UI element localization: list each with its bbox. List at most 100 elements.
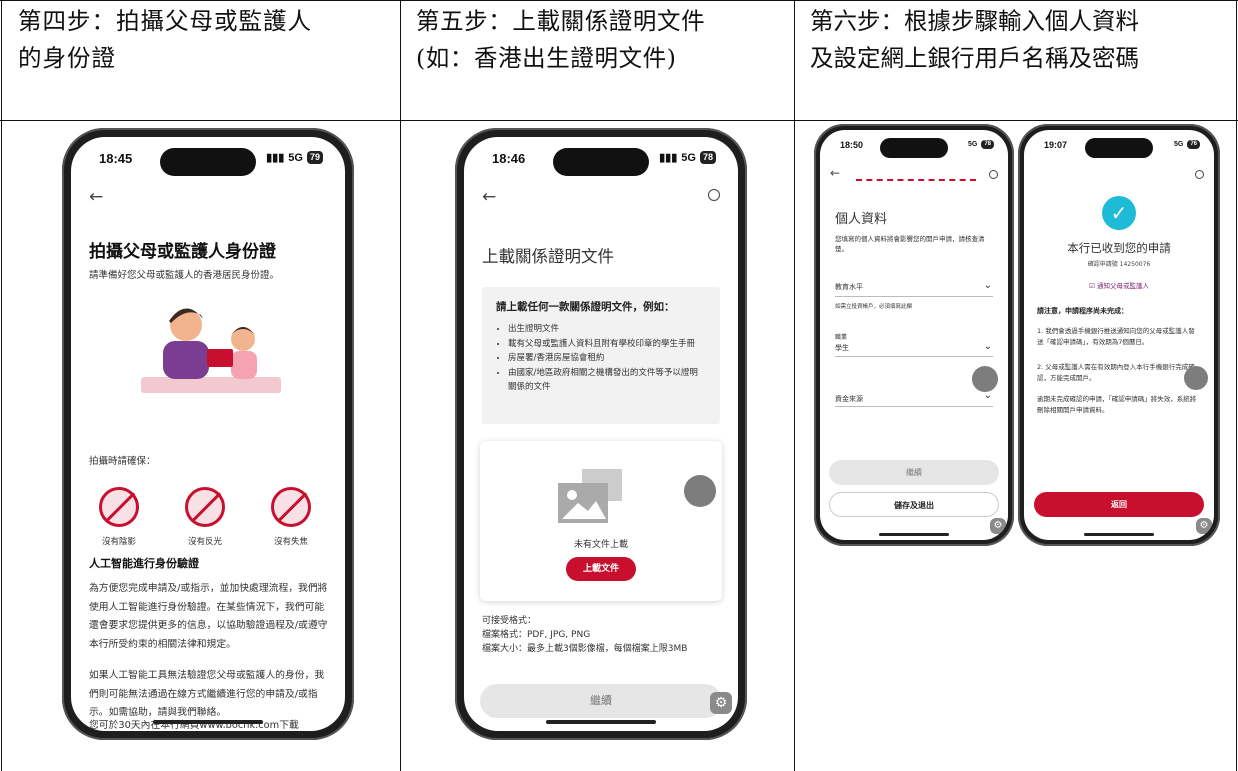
phone-screen: 18:45 ▮▮▮ 5G 79 ← 拍攝父母或監護人身份證 請準備好您父母或監護人的… [71, 137, 345, 731]
field-underline [835, 406, 993, 407]
ai-paragraph-2: 如果人工智能工具無法驗證您父母或監護人的身份，我們則可能無法通過在線方式繼續進行… [89, 670, 325, 718]
file-formats: 檔案格式：PDF, JPG, PNG [482, 630, 591, 640]
step5-header: 第五步：上載關係證明文件 (如：香港出生證明文件) [416, 7, 706, 72]
network-label: 5G [967, 141, 978, 148]
battery-icon: 79 [306, 151, 323, 164]
condition-label: 沒有失焦 [273, 537, 308, 547]
status-icons: ▮▮▮ 5G 78 [659, 151, 716, 164]
dynamic-island [553, 148, 649, 176]
notice-point-2: 2. 父母或監護人需在有效期內登入本行手機銀行完成確認，方能完成開戶。 [1037, 363, 1195, 382]
education-hint: 如需立投資帳戶，必須填寫此欄 [835, 304, 913, 310]
headset-icon[interactable] [708, 189, 720, 201]
floating-assist-button[interactable] [1184, 366, 1208, 390]
status-time: 18:46 [492, 151, 526, 166]
notice-expiry: 逾期未完成確認的申請，「確認申請碼」將失效，系統將刪除相關開戶申請資料。 [1037, 395, 1197, 414]
notify-parent-label: 通知父母或監護人 [1096, 282, 1149, 290]
step6-header: 第六步：根據步驟輸入個人資料 及設定網上銀行用戶名稱及密碼 [810, 7, 1139, 72]
field-underline [835, 356, 993, 357]
settings-gear-icon[interactable]: ⚙ [990, 518, 1006, 534]
list-item: 房屋署/香港房屋協會租約 [508, 351, 706, 366]
edit-icon: ☑ [1089, 282, 1097, 290]
occupation-value[interactable]: 學生 [835, 343, 849, 353]
continue-button[interactable]: 繼續 [480, 684, 722, 718]
document-list: 出生證明文件 載有父母或監護人資料且附有學校印章的學生手冊 房屋署/香港房屋協會… [496, 322, 706, 395]
battery-icon: 78 [699, 151, 716, 164]
settings-gear-icon[interactable]: ⚙ [1196, 518, 1212, 534]
list-item: 載有父母或監護人資料且附有學校印章的學生手冊 [508, 337, 706, 352]
status-time: 18:50 [840, 140, 864, 150]
home-indicator [546, 720, 656, 724]
fund-source-label: 資金來源 [835, 395, 863, 403]
list-item: 出生證明文件 [508, 322, 706, 337]
no-glare-icon [185, 487, 225, 527]
network-label: 5G [681, 151, 696, 164]
network-label: 5G [288, 151, 303, 164]
ai-paragraph-1: 為方便您完成申請及/或指示，並加快處理流程，我們將使用人工智能進行身份驗證。在某… [89, 583, 328, 650]
page-title: 個人資料 [835, 212, 888, 227]
chevron-down-icon[interactable]: ⌄ [984, 341, 992, 352]
accept-label: 可接受格式： [482, 616, 537, 626]
phone-step5: 18:46 ▮▮▮ 5G 78 ← 上載關係證明文件 請上載任何一款關係證明文件，例… [455, 128, 747, 740]
dynamic-island [1085, 138, 1153, 158]
box-title: 請上載任何一款關係證明文件，例如： [496, 301, 675, 313]
return-button[interactable]: 返回 [1034, 492, 1204, 517]
notify-parent-link[interactable]: ☑ 通知父母或監護人 [1024, 280, 1214, 290]
page-note: 您填寫的個人資料將會影響您的開戶申請，請核查清楚。 [835, 235, 985, 253]
document-list-box: 請上載任何一款關係證明文件，例如： 出生證明文件 載有父母或監護人資料且附有學校… [482, 287, 720, 424]
ensure-label: 拍攝時請確保： [89, 456, 156, 467]
no-file-text: 未有文件上載 [573, 540, 628, 550]
signal-icon: ▮▮▮ [659, 152, 678, 164]
reference-number: 確認申請號 14250076 [1087, 261, 1151, 268]
home-indicator [1084, 533, 1154, 536]
no-blur-icon [271, 487, 311, 527]
table-border-left [1, 0, 2, 771]
phone-step4: 18:45 ▮▮▮ 5G 79 ← 拍攝父母或監護人身份證 請準備好您父母或監護人的… [62, 128, 354, 740]
chevron-down-icon[interactable]: ⌄ [984, 280, 992, 291]
condition-label: 沒有陰影 [101, 537, 136, 547]
settings-gear-icon[interactable]: ⚙ [710, 692, 732, 714]
field-underline [835, 296, 993, 297]
chevron-down-icon[interactable]: ⌄ [984, 390, 992, 401]
continue-button[interactable]: 繼續 [829, 460, 999, 485]
received-title: 本行已收到您的申請 [1067, 241, 1171, 255]
occupation-label: 職業 [835, 334, 848, 341]
floating-assist-button[interactable] [972, 366, 998, 392]
table-divider-1 [400, 0, 401, 771]
parent-child-illustration [141, 308, 281, 393]
condition-no-glare: 沒有反光 [175, 487, 235, 547]
dynamic-island [160, 148, 256, 176]
table-divider-2 [794, 0, 795, 771]
status-icons: ▮▮▮ 5G 79 [266, 151, 323, 164]
headset-icon[interactable] [989, 170, 998, 179]
status-icons: 5G 76 [1174, 140, 1200, 149]
phone-screen: 19:07 5G 76 ✓ 本行已收到您的申請 確認申請號 14250076 ☑ … [1024, 130, 1214, 540]
home-indicator [153, 720, 263, 724]
phone-step6-personal-info: 18:50 5G 78 ← 個人資料 您填寫的個人資料將會影響您的開戶申請，請核查… [814, 124, 1014, 546]
battery-icon: 76 [1187, 140, 1200, 149]
condition-no-blur: 沒有失焦 [261, 487, 321, 547]
status-time: 19:07 [1044, 140, 1068, 150]
progress-dashes [856, 179, 976, 181]
step4-header: 第四步：拍攝父母或監護人 的身份證 [18, 7, 312, 72]
page-title: 拍攝父母或監護人身份證 [89, 242, 276, 262]
table-header-divider [0, 120, 1238, 121]
phone-step6-application-received: 19:07 5G 76 ✓ 本行已收到您的申請 確認申請號 14250076 ☑ … [1018, 124, 1220, 546]
phone-screen: 18:50 5G 78 ← 個人資料 您填寫的個人資料將會影響您的開戶申請，請核查… [820, 130, 1008, 540]
back-arrow-icon[interactable]: ← [89, 187, 103, 207]
page-subtitle: 請準備好您父母或監護人的香港居民身份證。 [89, 270, 280, 281]
home-indicator [879, 533, 949, 536]
file-size: 檔案大小：最多上載3個影像檔，每個檔案上限3MB [482, 644, 688, 654]
check-circle-icon: ✓ [1102, 196, 1136, 230]
network-label: 5G [1173, 141, 1184, 148]
notice-title: 請注意，申請程序尚未完成： [1037, 307, 1128, 315]
floating-assist-button[interactable] [684, 475, 716, 507]
education-label: 教育水平 [835, 283, 863, 291]
upload-card: 未有文件上載 上載文件 [480, 441, 722, 601]
back-arrow-icon[interactable]: ← [830, 166, 840, 180]
save-exit-button[interactable]: 儲存及退出 [829, 492, 999, 517]
upload-file-button[interactable]: 上載文件 [566, 557, 636, 581]
back-arrow-icon[interactable]: ← [482, 187, 496, 207]
list-item: 由國家/地區政府相關之機構發出的文件等予以證明關係的文件 [508, 366, 706, 395]
headset-icon[interactable] [1195, 170, 1204, 179]
notice-point-1: 1. 我們會透過手機銀行推送通知向您的父母或監護人發送「確認申請碼」，有效期為7… [1037, 327, 1195, 346]
